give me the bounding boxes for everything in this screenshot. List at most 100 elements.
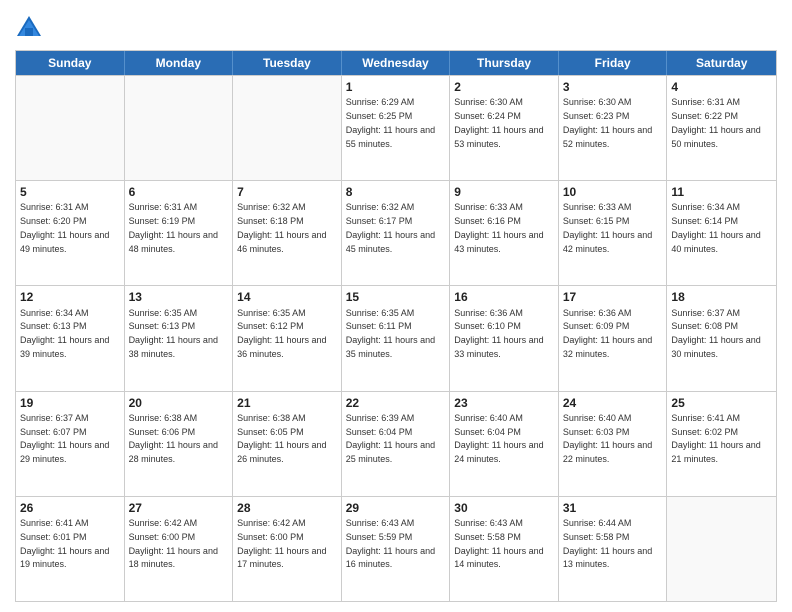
day-info-31: Sunrise: 6:44 AM Sunset: 5:58 PM Dayligh… — [563, 518, 652, 569]
day-number-21: 21 — [237, 395, 337, 411]
day-number-27: 27 — [129, 500, 229, 516]
day-info-13: Sunrise: 6:35 AM Sunset: 6:13 PM Dayligh… — [129, 308, 218, 359]
header-wednesday: Wednesday — [342, 51, 451, 75]
day-number-11: 11 — [671, 184, 772, 200]
empty-cell — [16, 76, 125, 180]
day-27: 27 Sunrise: 6:42 AM Sunset: 6:00 PM Dayli… — [125, 497, 234, 601]
day-info-21: Sunrise: 6:38 AM Sunset: 6:05 PM Dayligh… — [237, 413, 326, 464]
day-number-20: 20 — [129, 395, 229, 411]
day-21: 21 Sunrise: 6:38 AM Sunset: 6:05 PM Dayli… — [233, 392, 342, 496]
day-9: 9 Sunrise: 6:33 AM Sunset: 6:16 PM Daylig… — [450, 181, 559, 285]
day-info-10: Sunrise: 6:33 AM Sunset: 6:15 PM Dayligh… — [563, 202, 652, 253]
day-info-15: Sunrise: 6:35 AM Sunset: 6:11 PM Dayligh… — [346, 308, 435, 359]
day-number-22: 22 — [346, 395, 446, 411]
day-number-9: 9 — [454, 184, 554, 200]
day-info-20: Sunrise: 6:38 AM Sunset: 6:06 PM Dayligh… — [129, 413, 218, 464]
empty-cell — [125, 76, 234, 180]
day-number-3: 3 — [563, 79, 663, 95]
day-info-26: Sunrise: 6:41 AM Sunset: 6:01 PM Dayligh… — [20, 518, 109, 569]
week-row-3: 19 Sunrise: 6:37 AM Sunset: 6:07 PM Dayli… — [16, 391, 776, 496]
day-number-6: 6 — [129, 184, 229, 200]
day-number-16: 16 — [454, 289, 554, 305]
header-saturday: Saturday — [667, 51, 776, 75]
day-1: 1 Sunrise: 6:29 AM Sunset: 6:25 PM Daylig… — [342, 76, 451, 180]
day-info-27: Sunrise: 6:42 AM Sunset: 6:00 PM Dayligh… — [129, 518, 218, 569]
day-number-23: 23 — [454, 395, 554, 411]
day-number-7: 7 — [237, 184, 337, 200]
day-11: 11 Sunrise: 6:34 AM Sunset: 6:14 PM Dayli… — [667, 181, 776, 285]
day-info-4: Sunrise: 6:31 AM Sunset: 6:22 PM Dayligh… — [671, 97, 760, 148]
day-number-1: 1 — [346, 79, 446, 95]
day-15: 15 Sunrise: 6:35 AM Sunset: 6:11 PM Dayli… — [342, 286, 451, 390]
day-info-1: Sunrise: 6:29 AM Sunset: 6:25 PM Dayligh… — [346, 97, 435, 148]
week-row-1: 5 Sunrise: 6:31 AM Sunset: 6:20 PM Daylig… — [16, 180, 776, 285]
page: SundayMondayTuesdayWednesdayThursdayFrid… — [0, 0, 792, 612]
day-info-16: Sunrise: 6:36 AM Sunset: 6:10 PM Dayligh… — [454, 308, 543, 359]
day-info-14: Sunrise: 6:35 AM Sunset: 6:12 PM Dayligh… — [237, 308, 326, 359]
week-row-4: 26 Sunrise: 6:41 AM Sunset: 6:01 PM Dayli… — [16, 496, 776, 601]
day-number-2: 2 — [454, 79, 554, 95]
day-7: 7Sunrise: 6:32 AM Sunset: 6:18 PM Daylig… — [233, 181, 342, 285]
day-number-26: 26 — [20, 500, 120, 516]
day-number-5: 5 — [20, 184, 120, 200]
day-2: 2 Sunrise: 6:30 AM Sunset: 6:24 PM Daylig… — [450, 76, 559, 180]
day-number-24: 24 — [563, 395, 663, 411]
day-number-18: 18 — [671, 289, 772, 305]
day-number-19: 19 — [20, 395, 120, 411]
day-29: 29Sunrise: 6:43 AM Sunset: 5:59 PM Dayli… — [342, 497, 451, 601]
day-info-23: Sunrise: 6:40 AM Sunset: 6:04 PM Dayligh… — [454, 413, 543, 464]
day-5: 5 Sunrise: 6:31 AM Sunset: 6:20 PM Daylig… — [16, 181, 125, 285]
header-thursday: Thursday — [450, 51, 559, 75]
day-info-11: Sunrise: 6:34 AM Sunset: 6:14 PM Dayligh… — [671, 202, 760, 253]
day-18: 18 Sunrise: 6:37 AM Sunset: 6:08 PM Dayli… — [667, 286, 776, 390]
calendar: SundayMondayTuesdayWednesdayThursdayFrid… — [15, 50, 777, 602]
day-number-12: 12 — [20, 289, 120, 305]
day-10: 10Sunrise: 6:33 AM Sunset: 6:15 PM Dayli… — [559, 181, 668, 285]
calendar-body: 1 Sunrise: 6:29 AM Sunset: 6:25 PM Daylig… — [16, 75, 776, 601]
day-4: 4 Sunrise: 6:31 AM Sunset: 6:22 PM Daylig… — [667, 76, 776, 180]
day-number-30: 30 — [454, 500, 554, 516]
day-8: 8 Sunrise: 6:32 AM Sunset: 6:17 PM Daylig… — [342, 181, 451, 285]
week-row-0: 1 Sunrise: 6:29 AM Sunset: 6:25 PM Daylig… — [16, 75, 776, 180]
day-14: 14Sunrise: 6:35 AM Sunset: 6:12 PM Dayli… — [233, 286, 342, 390]
calendar-header-row: SundayMondayTuesdayWednesdayThursdayFrid… — [16, 51, 776, 75]
day-25: 25Sunrise: 6:41 AM Sunset: 6:02 PM Dayli… — [667, 392, 776, 496]
day-6: 6Sunrise: 6:31 AM Sunset: 6:19 PM Daylig… — [125, 181, 234, 285]
week-row-2: 12 Sunrise: 6:34 AM Sunset: 6:13 PM Dayli… — [16, 285, 776, 390]
day-info-8: Sunrise: 6:32 AM Sunset: 6:17 PM Dayligh… — [346, 202, 435, 253]
day-23: 23 Sunrise: 6:40 AM Sunset: 6:04 PM Dayli… — [450, 392, 559, 496]
logo — [15, 14, 45, 42]
day-24: 24Sunrise: 6:40 AM Sunset: 6:03 PM Dayli… — [559, 392, 668, 496]
day-info-18: Sunrise: 6:37 AM Sunset: 6:08 PM Dayligh… — [671, 308, 760, 359]
day-info-12: Sunrise: 6:34 AM Sunset: 6:13 PM Dayligh… — [20, 308, 109, 359]
day-17: 17Sunrise: 6:36 AM Sunset: 6:09 PM Dayli… — [559, 286, 668, 390]
day-info-9: Sunrise: 6:33 AM Sunset: 6:16 PM Dayligh… — [454, 202, 543, 253]
day-number-17: 17 — [563, 289, 663, 305]
day-number-29: 29 — [346, 500, 446, 516]
day-number-31: 31 — [563, 500, 663, 516]
day-13: 13 Sunrise: 6:35 AM Sunset: 6:13 PM Dayli… — [125, 286, 234, 390]
day-info-3: Sunrise: 6:30 AM Sunset: 6:23 PM Dayligh… — [563, 97, 652, 148]
header-sunday: Sunday — [16, 51, 125, 75]
empty-cell — [667, 497, 776, 601]
day-info-28: Sunrise: 6:42 AM Sunset: 6:00 PM Dayligh… — [237, 518, 326, 569]
day-number-8: 8 — [346, 184, 446, 200]
day-info-30: Sunrise: 6:43 AM Sunset: 5:58 PM Dayligh… — [454, 518, 543, 569]
day-number-25: 25 — [671, 395, 772, 411]
header-monday: Monday — [125, 51, 234, 75]
day-info-2: Sunrise: 6:30 AM Sunset: 6:24 PM Dayligh… — [454, 97, 543, 148]
day-22: 22 Sunrise: 6:39 AM Sunset: 6:04 PM Dayli… — [342, 392, 451, 496]
day-info-19: Sunrise: 6:37 AM Sunset: 6:07 PM Dayligh… — [20, 413, 109, 464]
header-friday: Friday — [559, 51, 668, 75]
day-number-28: 28 — [237, 500, 337, 516]
day-info-22: Sunrise: 6:39 AM Sunset: 6:04 PM Dayligh… — [346, 413, 435, 464]
day-26: 26 Sunrise: 6:41 AM Sunset: 6:01 PM Dayli… — [16, 497, 125, 601]
day-28: 28 Sunrise: 6:42 AM Sunset: 6:00 PM Dayli… — [233, 497, 342, 601]
empty-cell — [233, 76, 342, 180]
day-number-13: 13 — [129, 289, 229, 305]
day-number-15: 15 — [346, 289, 446, 305]
day-number-4: 4 — [671, 79, 772, 95]
day-info-5: Sunrise: 6:31 AM Sunset: 6:20 PM Dayligh… — [20, 202, 109, 253]
day-12: 12 Sunrise: 6:34 AM Sunset: 6:13 PM Dayli… — [16, 286, 125, 390]
header — [15, 10, 777, 42]
